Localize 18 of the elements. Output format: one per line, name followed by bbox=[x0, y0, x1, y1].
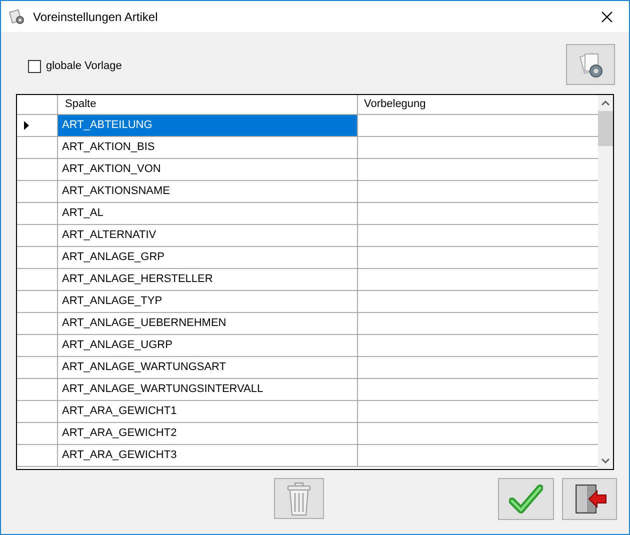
column-header[interactable]: Vorbelegung bbox=[358, 95, 598, 114]
trash-icon bbox=[286, 482, 312, 516]
table-cell[interactable]: ART_ABTEILUNG bbox=[58, 115, 358, 136]
door-arrow-icon bbox=[572, 482, 606, 516]
settings-button[interactable] bbox=[566, 44, 615, 85]
confirm-button[interactable] bbox=[498, 478, 554, 520]
window-title: Voreinstellungen Artikel bbox=[33, 8, 158, 26]
checkmark-icon bbox=[509, 484, 543, 514]
delete-button[interactable] bbox=[274, 478, 324, 519]
scroll-down-icon bbox=[601, 458, 610, 464]
checkbox-label: globale Vorlage bbox=[46, 59, 122, 74]
vertical-scrollbar[interactable] bbox=[598, 95, 613, 469]
scrollbar-thumb[interactable] bbox=[598, 111, 613, 146]
exit-button[interactable] bbox=[562, 478, 617, 520]
checkbox[interactable] bbox=[28, 60, 41, 73]
column-header[interactable]: Spalte bbox=[58, 95, 358, 114]
close-icon bbox=[600, 10, 612, 22]
scroll-up-icon bbox=[601, 100, 610, 106]
